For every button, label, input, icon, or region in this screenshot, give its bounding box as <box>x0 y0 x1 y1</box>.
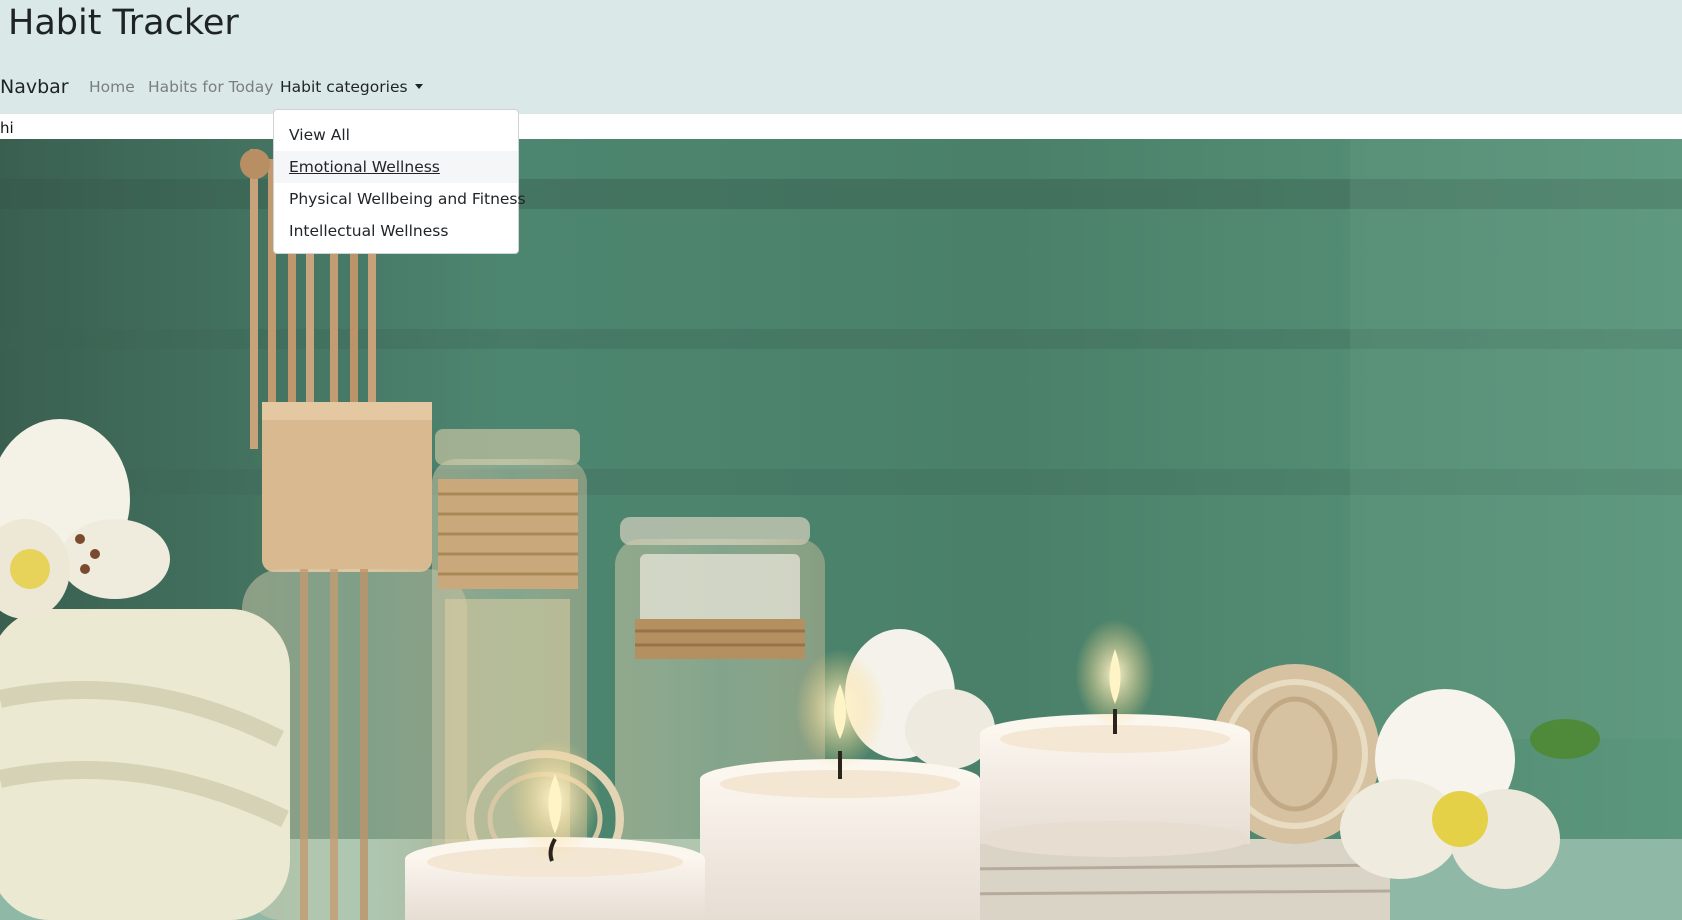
nav-link-home[interactable]: Home <box>89 78 135 96</box>
content-text: hi <box>0 114 1682 139</box>
caret-down-icon <box>414 84 423 89</box>
page-title: Habit Tracker <box>8 3 239 43</box>
header: Habit Tracker Navbar Home Habits for Tod… <box>0 0 1682 114</box>
habit-categories-label: Habit categories <box>280 78 408 96</box>
dropdown-item-intellectual-wellness[interactable]: Intellectual Wellness <box>274 215 518 247</box>
nav-link-habits-for-today[interactable]: Habits for Today <box>148 78 273 96</box>
hero-image <box>0 139 1682 920</box>
dropdown-item-emotional-wellness[interactable]: Emotional Wellness <box>274 151 518 183</box>
spa-scene-illustration <box>0 139 1682 920</box>
navbar-brand[interactable]: Navbar <box>0 76 69 98</box>
dropdown-item-physical-wellbeing-and-fitness[interactable]: Physical Wellbeing and Fitness <box>274 183 526 215</box>
dropdown-item-view-all[interactable]: View All <box>274 119 518 151</box>
habit-categories-dropdown-toggle[interactable]: Habit categories <box>280 78 423 96</box>
habit-categories-dropdown-menu: View All Emotional Wellness Physical Wel… <box>273 109 526 254</box>
navbar: Navbar Home Habits for Today Habit categ… <box>0 70 1682 106</box>
